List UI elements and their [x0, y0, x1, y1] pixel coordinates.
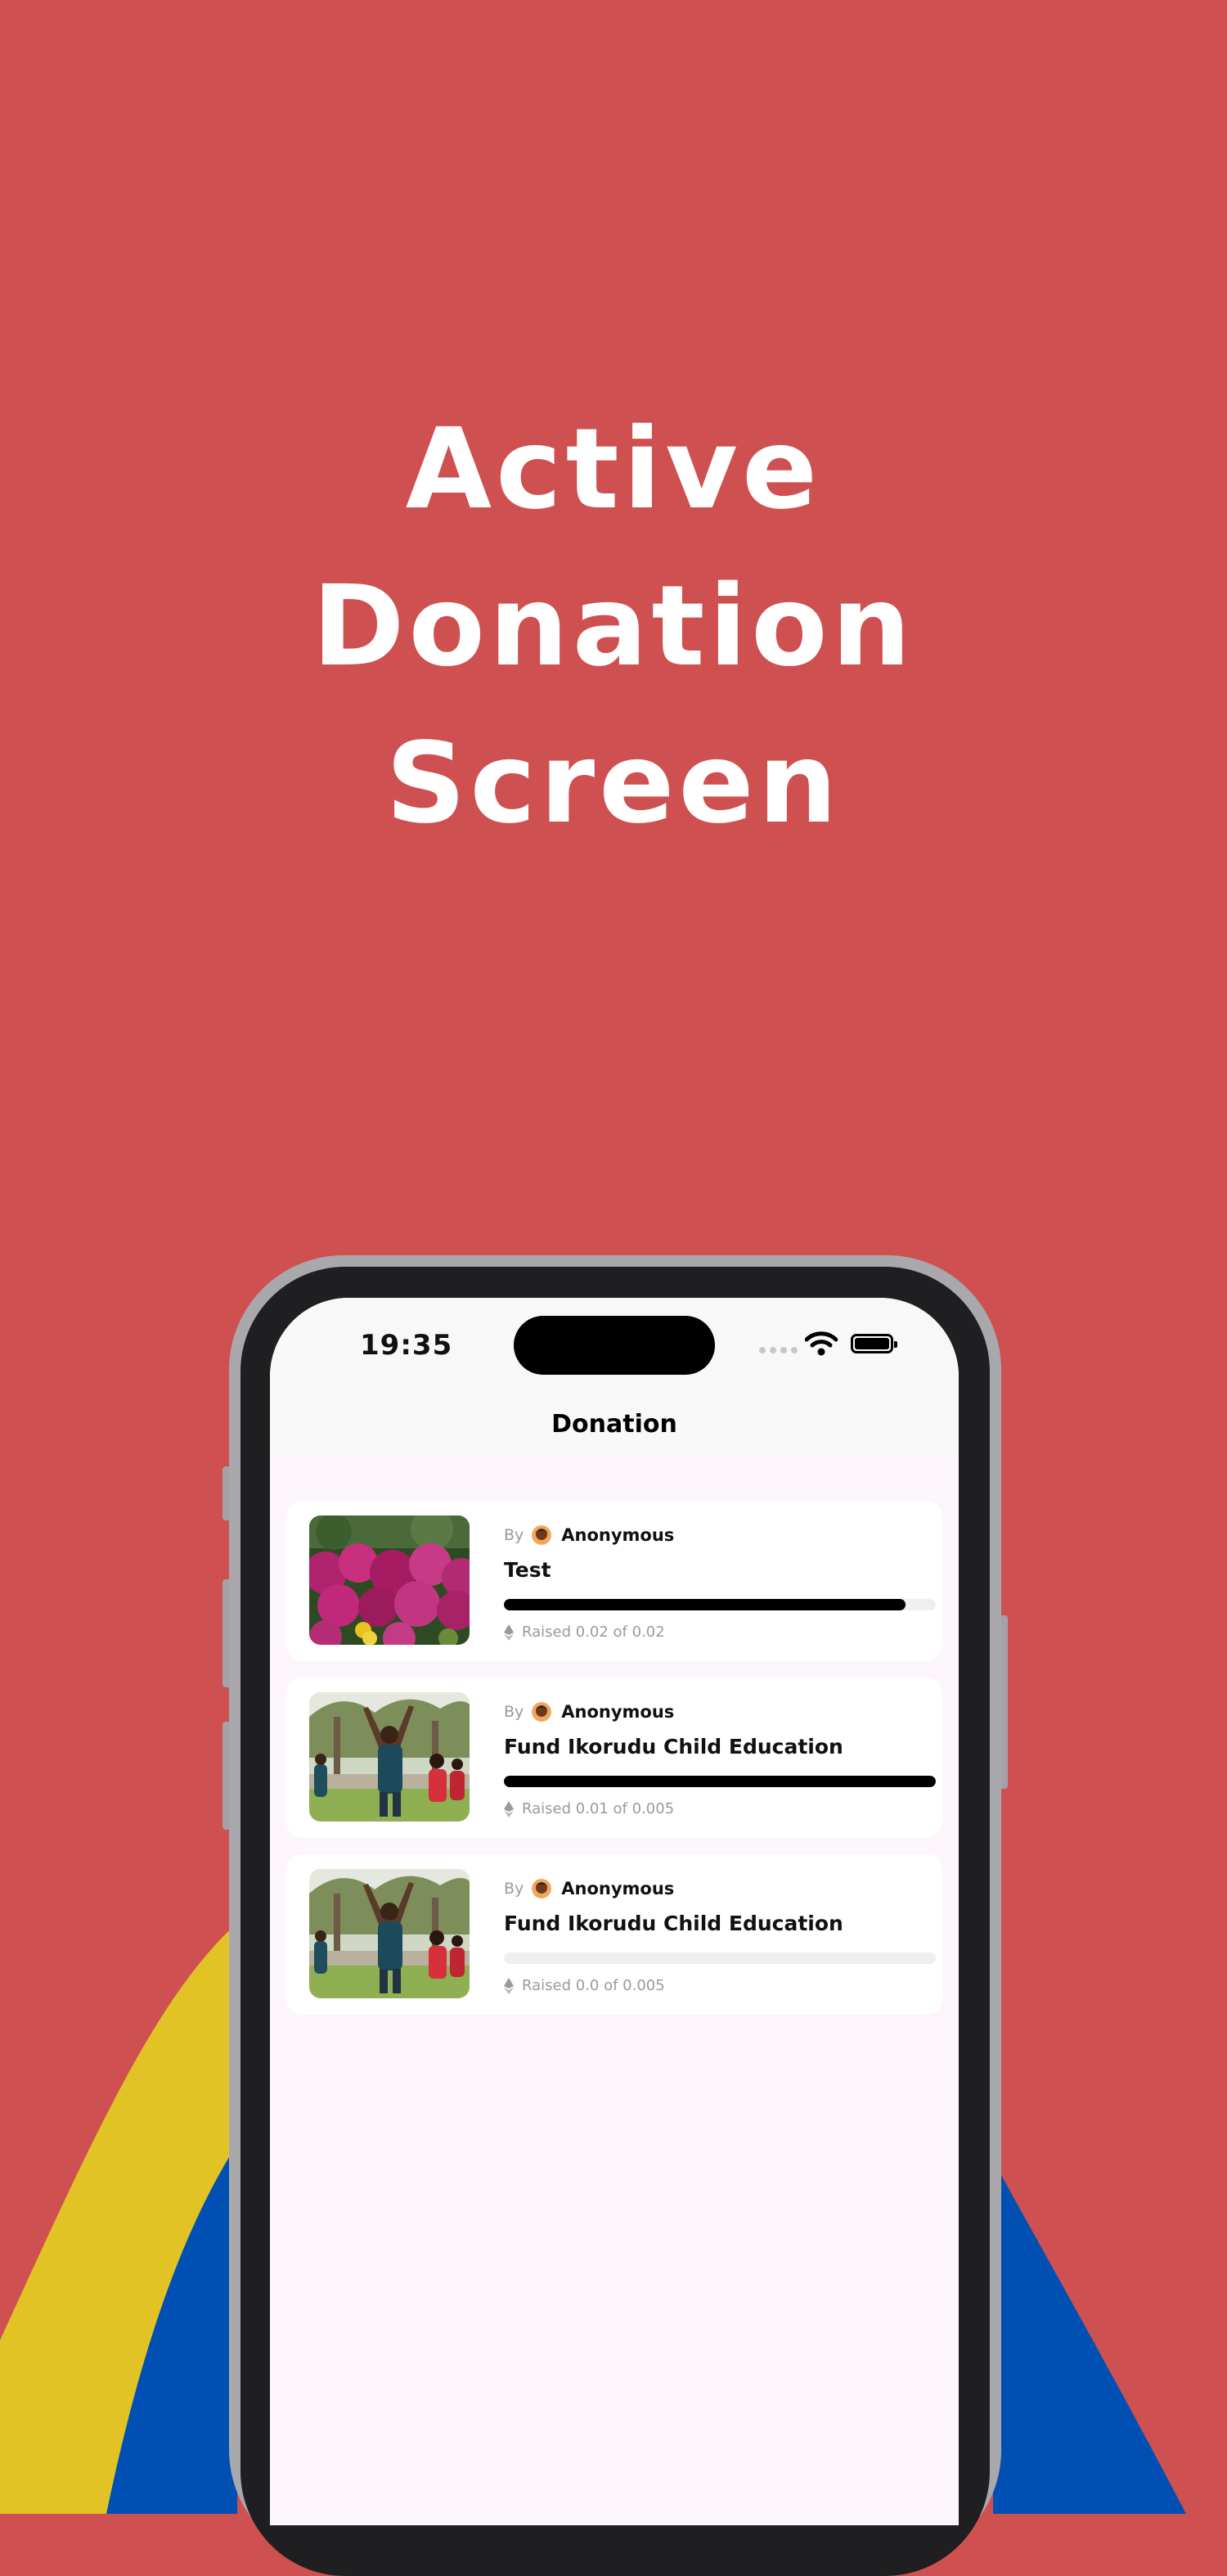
donation-title: Test [504, 1558, 551, 1582]
phone-screen: 19:35 Donation By Anonymous Test Raised … [270, 1298, 959, 2525]
progress-fill [504, 1599, 906, 1610]
donation-image-people [309, 1869, 470, 1998]
raised-amount: Raised 0.01 of 0.005 [522, 1800, 675, 1817]
raised-row: Raised 0.01 of 0.005 [504, 1800, 674, 1817]
page-title: Donation [551, 1410, 677, 1439]
battery-icon [851, 1334, 897, 1353]
donation-card[interactable]: By Anonymous Test Raised 0.02 of 0.02 [286, 1501, 942, 1661]
author-name: Anonymous [561, 1525, 675, 1545]
author-name: Anonymous [561, 1702, 675, 1722]
progress-bar [504, 1952, 936, 1964]
donation-image-flowers [309, 1515, 470, 1645]
author-row: By Anonymous [504, 1700, 674, 1723]
progress-bar [504, 1599, 936, 1610]
donation-image-people [309, 1692, 470, 1822]
avatar [532, 1879, 552, 1898]
avatar [532, 1525, 552, 1545]
raised-amount: Raised 0.0 of 0.005 [522, 1977, 665, 1994]
cellular-signal-icon [759, 1347, 798, 1353]
by-label: By [504, 1526, 524, 1544]
by-label: By [504, 1703, 524, 1721]
ethereum-icon [504, 1977, 514, 1994]
by-label: By [504, 1880, 524, 1898]
raised-row: Raised 0.0 of 0.005 [504, 1977, 665, 1994]
raised-row: Raised 0.02 of 0.02 [504, 1624, 665, 1641]
donation-card[interactable]: By Anonymous Fund Ikorudu Child Educatio… [286, 1678, 942, 1838]
wifi-icon [805, 1331, 838, 1356]
author-name: Anonymous [561, 1879, 675, 1898]
avatar [532, 1702, 552, 1722]
top-bar: 19:35 Donation [270, 1298, 959, 1455]
progress-bar [504, 1776, 936, 1787]
author-row: By Anonymous [504, 1524, 674, 1547]
author-row: By Anonymous [504, 1877, 674, 1900]
donation-card[interactable]: By Anonymous Fund Ikorudu Child Educatio… [286, 1854, 942, 2015]
headline-line-1: Active [405, 405, 822, 534]
progress-fill [504, 1776, 936, 1787]
headline-line-3: Screen [385, 719, 842, 849]
donation-title: Fund Ikorudu Child Education [504, 1912, 843, 1935]
raised-amount: Raised 0.02 of 0.02 [522, 1624, 665, 1641]
headline-line-2: Donation [312, 562, 915, 691]
headline: Active Donation Screen [0, 391, 1227, 862]
dynamic-island [514, 1316, 715, 1375]
donation-title: Fund Ikorudu Child Education [504, 1735, 843, 1759]
ethereum-icon [504, 1624, 514, 1641]
status-time: 19:35 [360, 1329, 453, 1362]
ethereum-icon [504, 1800, 514, 1817]
donation-list: By Anonymous Test Raised 0.02 of 0.02 By… [286, 1501, 942, 2031]
